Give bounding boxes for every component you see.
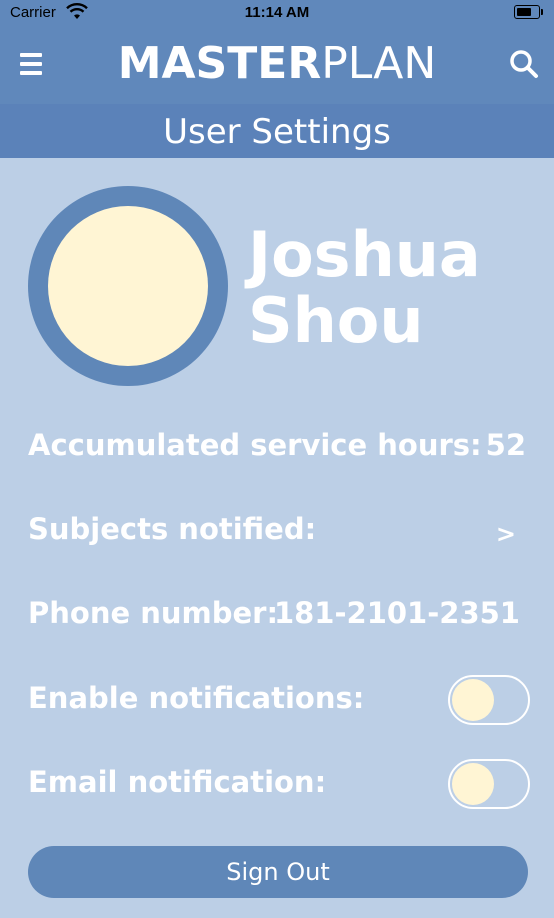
phone-number-value[interactable]: 181-2101-2351	[274, 596, 520, 630]
enable-notifications-toggle[interactable]	[448, 675, 530, 725]
brand-bold-text: MASTER	[117, 38, 322, 89]
toggle-knob	[452, 679, 494, 721]
sign-out-button[interactable]: Sign Out	[28, 846, 528, 898]
status-bar: Carrier 11:14 AM	[0, 0, 554, 26]
enable-notifications-label: Enable notifications:	[28, 681, 365, 715]
battery-icon	[514, 5, 543, 19]
service-hours-value: 52	[485, 428, 526, 462]
clock-time: 11:14 AM	[244, 4, 310, 21]
app-brand-logo: MASTERPLAN	[0, 36, 554, 92]
user-last-name: Shou	[248, 284, 424, 357]
service-hours-label: Accumulated service hours:	[28, 428, 482, 462]
email-notification-toggle[interactable]	[448, 759, 530, 809]
search-icon[interactable]	[508, 48, 540, 80]
nav-bar: MASTERPLAN	[0, 26, 554, 104]
brand-light-text: PLAN	[321, 38, 437, 89]
phone-number-label: Phone number:	[28, 596, 279, 630]
user-first-name: Joshua	[248, 218, 481, 291]
subjects-notified-chevron-icon[interactable]: >	[496, 520, 516, 548]
title-bar: User Settings	[0, 104, 554, 158]
toggle-knob	[452, 763, 494, 805]
user-name: Joshua Shou	[248, 222, 481, 354]
email-notification-label: Email notification:	[28, 765, 327, 799]
avatar-image	[48, 206, 208, 366]
avatar[interactable]	[28, 186, 228, 386]
subjects-notified-label[interactable]: Subjects notified:	[28, 512, 316, 546]
page-title: User Settings	[163, 112, 391, 152]
